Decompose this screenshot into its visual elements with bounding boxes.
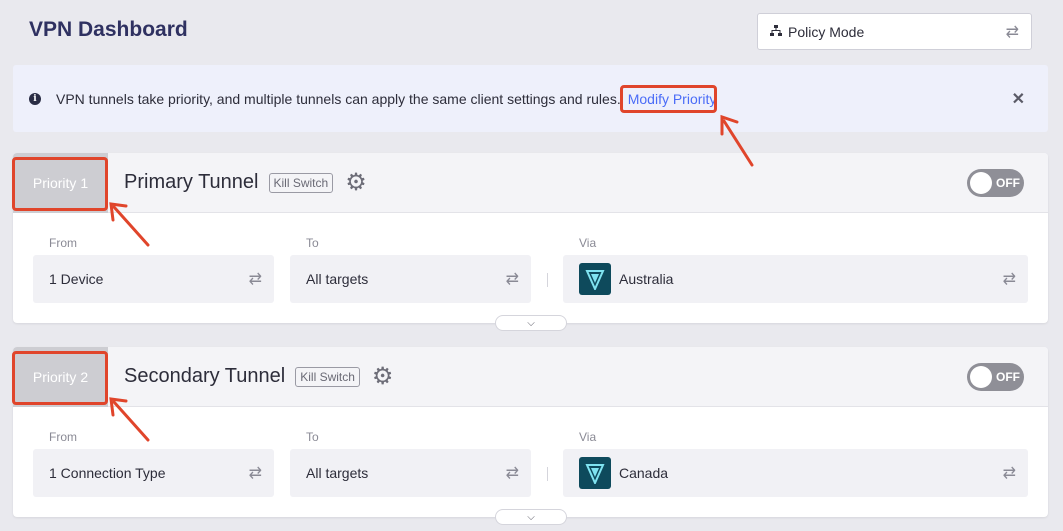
toggle-label: OFF	[996, 176, 1020, 190]
from-label: From	[49, 430, 77, 444]
swap-icon: ⇄	[505, 271, 519, 288]
tunnel-card-1: Priority 1 Primary Tunnel Kill Switch ⚙ …	[13, 152, 1048, 331]
via-select[interactable]: Canada ⇄	[563, 449, 1028, 497]
toggle-knob	[970, 366, 992, 388]
toggle-knob	[970, 172, 992, 194]
tunnel-name: Primary Tunnel	[124, 171, 259, 193]
kill-switch-badge: Kill Switch	[268, 172, 334, 193]
from-value: 1 Connection Type	[49, 465, 166, 481]
to-label: To	[306, 236, 319, 250]
from-select[interactable]: 1 Connection Type ⇄	[33, 449, 274, 497]
info-banner: i VPN tunnels take priority, and multipl…	[13, 65, 1048, 132]
toggle-label: OFF	[996, 370, 1020, 384]
vpn-logo-icon	[579, 457, 611, 489]
expand-button[interactable]: ⌵	[495, 315, 567, 331]
priority-badge[interactable]: Priority 2	[13, 346, 108, 407]
policy-mode-label: Policy Mode	[788, 23, 865, 40]
banner-text: VPN tunnels take priority, and multiple …	[56, 90, 621, 107]
page-title: VPN Dashboard	[29, 18, 188, 41]
via-value: Canada	[619, 465, 669, 481]
from-label: From	[49, 236, 77, 250]
gear-icon[interactable]: ⚙	[372, 364, 394, 389]
to-value: All targets	[306, 465, 369, 481]
priority-badge[interactable]: Priority 1	[13, 152, 108, 213]
policy-mode-select[interactable]: Policy Mode ⇄	[757, 13, 1032, 50]
tunnel-header: Priority 1 Primary Tunnel Kill Switch ⚙ …	[13, 152, 1048, 213]
via-select[interactable]: Australia ⇄	[563, 255, 1028, 303]
kill-switch-badge: Kill Switch	[295, 366, 360, 387]
swap-icon: ⇄	[505, 465, 519, 482]
tunnel-header: Priority 2 Secondary Tunnel Kill Switch …	[13, 346, 1048, 407]
close-icon[interactable]: ✕	[1012, 89, 1025, 109]
swap-icon: ⇄	[1005, 23, 1019, 41]
divider	[547, 273, 548, 287]
chevron-down-icon: ⌵	[527, 511, 535, 523]
tunnel-toggle[interactable]: OFF	[967, 363, 1024, 391]
to-select[interactable]: All targets ⇄	[290, 449, 531, 497]
swap-icon: ⇄	[248, 465, 262, 482]
sitemap-icon	[770, 24, 782, 40]
modify-priority-link[interactable]: Modify Priority	[625, 89, 720, 109]
tunnel-name: Secondary Tunnel	[124, 365, 286, 387]
via-value: Australia	[619, 271, 674, 287]
from-select[interactable]: 1 Device ⇄	[33, 255, 274, 303]
to-select[interactable]: All targets ⇄	[290, 255, 531, 303]
tunnel-card-2: Priority 2 Secondary Tunnel Kill Switch …	[13, 346, 1048, 525]
info-icon: i	[29, 92, 41, 105]
to-value: All targets	[306, 271, 369, 287]
swap-icon: ⇄	[248, 271, 262, 288]
swap-icon: ⇄	[1002, 465, 1016, 482]
expand-button[interactable]: ⌵	[495, 509, 567, 525]
divider	[547, 467, 548, 481]
from-value: 1 Device	[49, 271, 104, 287]
via-label: Via	[579, 236, 597, 250]
to-label: To	[306, 430, 319, 444]
swap-icon: ⇄	[1002, 271, 1016, 288]
chevron-down-icon: ⌵	[527, 317, 535, 329]
vpn-logo-icon	[579, 263, 611, 295]
gear-icon[interactable]: ⚙	[345, 170, 367, 195]
tunnel-toggle[interactable]: OFF	[967, 169, 1024, 197]
via-label: Via	[579, 430, 597, 444]
